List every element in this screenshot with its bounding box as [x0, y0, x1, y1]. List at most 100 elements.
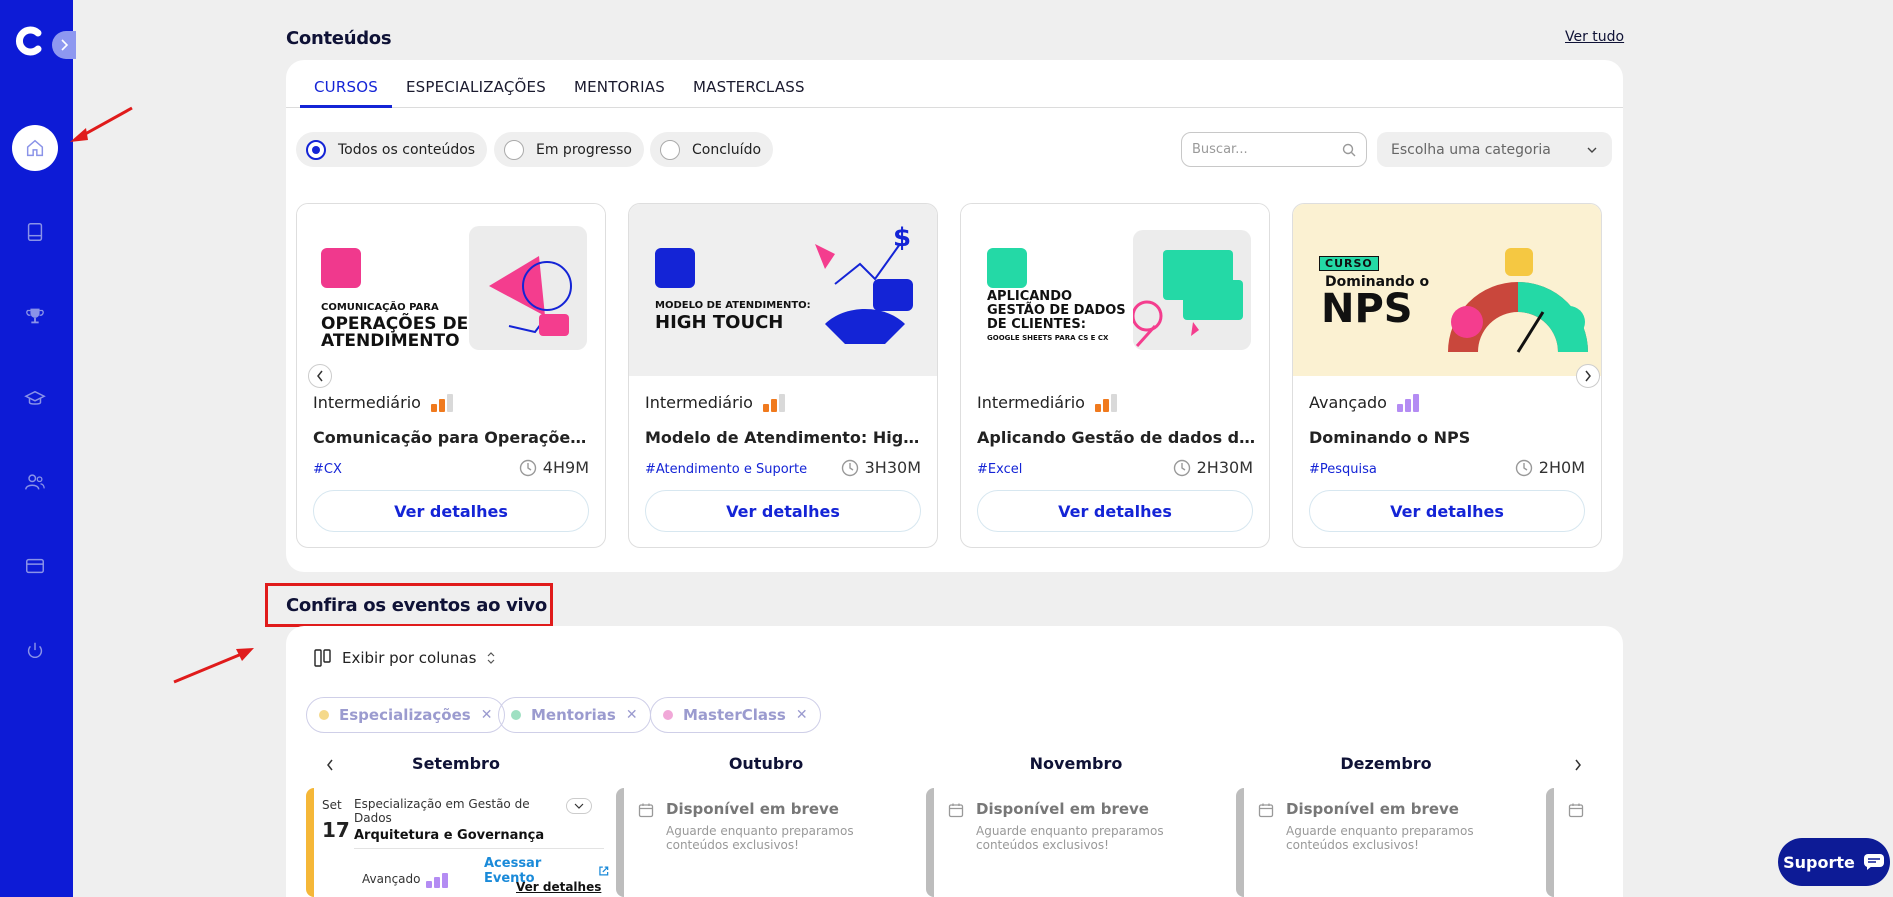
filter-in-progress-label: Em progresso	[536, 141, 632, 158]
filter-all[interactable]: Todos os conteúdos	[296, 132, 488, 167]
expand-sidebar-button[interactable]	[52, 31, 76, 59]
month-header: Dezembro	[1340, 754, 1432, 773]
brand-logo[interactable]	[12, 24, 46, 58]
duration-label: 2H30M	[1196, 458, 1253, 477]
view-details-button[interactable]: Ver detalhes	[1309, 490, 1585, 532]
handshake-illustration: $	[805, 223, 917, 354]
month-header: Setembro	[412, 754, 500, 773]
filter-all-label: Todos os conteúdos	[338, 141, 476, 158]
level-bars-icon	[762, 393, 785, 412]
duration-label: 3H30M	[864, 458, 921, 477]
nav-home[interactable]	[12, 125, 58, 171]
gauge-illustration	[1443, 242, 1593, 362]
thumb-text: APLICANDO	[987, 289, 1073, 304]
calendar-icon	[638, 803, 654, 818]
support-button[interactable]: Suporte	[1778, 838, 1890, 886]
course-title: Aplicando Gestão de dados de c...	[977, 428, 1259, 447]
course-thumbnail: MODELO DE ATENDIMENTO: HIGH TOUCH $	[629, 204, 937, 376]
filter-in-progress[interactable]: Em progresso	[494, 132, 644, 167]
credit-card-icon	[26, 558, 44, 574]
search-placeholder: Buscar...	[1192, 142, 1248, 157]
events-title: Confira os eventos ao vivo	[286, 595, 547, 616]
tab-mentorias[interactable]: MENTORIAS	[560, 60, 679, 108]
sidebar	[0, 0, 76, 897]
contents-title: Conteúdos	[286, 28, 392, 49]
thumb-text: DE CLIENTES:	[987, 317, 1086, 332]
tab-especializacoes[interactable]: ESPECIALIZAÇÕES	[392, 60, 560, 108]
close-icon[interactable]: ✕	[796, 707, 808, 723]
chevron-right-icon	[1575, 759, 1581, 771]
see-all-link[interactable]: Ver tudo	[1565, 29, 1624, 45]
dot-icon	[663, 710, 673, 720]
thumb-text: ATENDIMENTO	[321, 331, 460, 351]
nav-community[interactable]	[12, 459, 58, 505]
month-header: Novembro	[1029, 754, 1123, 773]
course-tag[interactable]: #Pesquisa	[1309, 462, 1377, 477]
event-placeholder-card: Disponível em breve Aguarde enquanto pre…	[1236, 788, 1536, 897]
carousel-prev-button[interactable]	[308, 364, 332, 388]
course-thumbnail: COMUNICAÇÃO PARA OPERAÇÕES DE ATENDIMENT…	[297, 204, 605, 376]
course-thumbnail: APLICANDO GESTÃO DE DADOS DE CLIENTES: G…	[961, 204, 1269, 376]
radio-selected[interactable]	[306, 139, 326, 160]
category-select[interactable]: Escolha uma categoria	[1377, 132, 1612, 167]
nav-logout[interactable]	[12, 628, 58, 674]
contents-tabs: CURSOS ESPECIALIZAÇÕES MENTORIAS MASTERC…	[286, 60, 1623, 108]
megaphone-illustration	[469, 226, 587, 350]
clock-icon	[1173, 459, 1190, 476]
filter-chip-masterclass[interactable]: MasterClass ✕	[650, 697, 821, 733]
radio[interactable]	[660, 139, 680, 160]
course-card[interactable]: APLICANDO GESTÃO DE DADOS DE CLIENTES: G…	[960, 203, 1270, 548]
tab-masterclass[interactable]: MASTERCLASS	[679, 60, 819, 108]
calendar-icon	[1568, 803, 1584, 818]
course-duration: 2H30M	[1173, 458, 1253, 477]
event-month: Set	[322, 798, 342, 812]
months-next-button[interactable]	[1566, 753, 1590, 777]
view-details-button[interactable]: Ver detalhes	[645, 490, 921, 532]
filter-completed[interactable]: Concluído	[650, 132, 774, 167]
chip-label: Mentorias	[531, 706, 616, 724]
filter-chip-especializacoes[interactable]: Especializações ✕	[306, 697, 506, 733]
nav-billing[interactable]	[12, 543, 58, 589]
duration-label: 2H0M	[1538, 458, 1585, 477]
event-placeholder-card: Disponível em breve Aguarde enquanto pre…	[926, 788, 1226, 897]
thumb-text: HIGH TOUCH	[655, 312, 784, 333]
carousel-next-button[interactable]	[1576, 364, 1600, 388]
course-tag[interactable]: #Atendimento e Suporte	[645, 462, 807, 477]
clock-icon	[1515, 459, 1532, 476]
course-tag[interactable]: #CX	[313, 462, 342, 477]
close-icon[interactable]: ✕	[481, 707, 493, 723]
radio[interactable]	[504, 139, 524, 160]
filter-chip-mentorias[interactable]: Mentorias ✕	[498, 697, 651, 733]
category-placeholder: Escolha uma categoria	[1391, 141, 1551, 158]
view-details-button[interactable]: Ver detalhes	[977, 490, 1253, 532]
course-level: Avançado	[1309, 393, 1419, 412]
chevron-down-icon	[574, 803, 584, 809]
course-card[interactable]: CURSO Dominando o NPS Avançado Dominando…	[1292, 203, 1602, 548]
event-details-link[interactable]: Ver detalhes	[516, 880, 601, 894]
chevron-right-icon	[61, 39, 69, 51]
annotation-arrow-icon	[173, 648, 254, 684]
course-level: Intermediário	[645, 393, 785, 412]
course-card[interactable]: COMUNICAÇÃO PARA OPERAÇÕES DE ATENDIMENT…	[296, 203, 606, 548]
course-card[interactable]: MODELO DE ATENDIMENTO: HIGH TOUCH $ Inte…	[628, 203, 938, 548]
course-tag[interactable]: #Excel	[977, 462, 1022, 477]
event-card[interactable]: Set 17 Especialização em Gestão de Dados…	[306, 788, 610, 897]
nav-courses[interactable]	[12, 209, 58, 255]
home-icon	[26, 139, 44, 157]
course-duration: 4H9M	[519, 458, 589, 477]
tab-cursos[interactable]: CURSOS	[300, 60, 392, 108]
course-title: Modelo de Atendimento: High T...	[645, 428, 927, 447]
expand-event-button[interactable]	[566, 798, 592, 814]
search-input[interactable]: Buscar...	[1181, 132, 1367, 167]
view-mode-toggle[interactable]: Exibir por colunas	[314, 648, 496, 668]
thumb-badge: CURSO	[1319, 256, 1379, 271]
annotation-arrow-icon	[70, 106, 133, 142]
spreadsheet-illustration	[1131, 230, 1251, 350]
view-details-button[interactable]: Ver detalhes	[313, 490, 589, 532]
close-icon[interactable]: ✕	[626, 707, 638, 723]
chip-label: MasterClass	[683, 706, 786, 724]
event-name: Arquitetura e Governança	[354, 828, 545, 843]
nav-achievements[interactable]	[12, 293, 58, 339]
thumb-text: GESTÃO DE DADOS	[987, 303, 1126, 318]
nav-education[interactable]	[12, 376, 58, 422]
